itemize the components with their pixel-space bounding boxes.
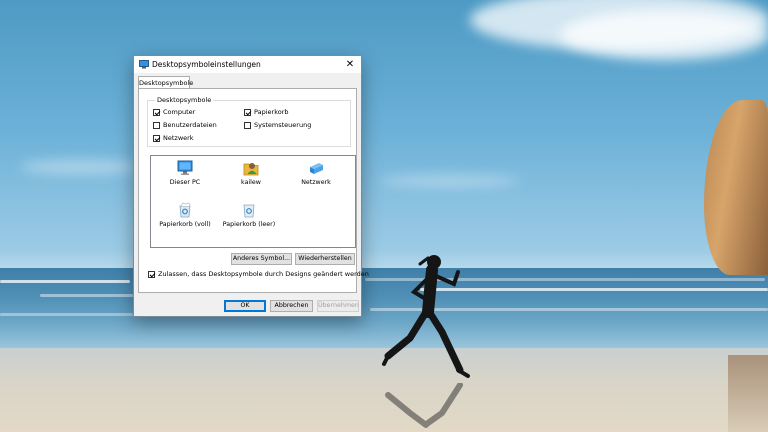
user-folder-icon [243,163,259,176]
checkbox-box[interactable] [153,108,160,116]
checkbox-box[interactable] [244,121,251,129]
runner-reflection [385,383,463,428]
list-item-network[interactable]: Netzwerk [285,160,347,186]
restore-default-button[interactable]: Wiederherstellen [295,253,355,265]
checkbox-allow-themes[interactable]: Zulassen, dass Desktopsymbole durch Desi… [148,270,369,278]
checkbox-label: Zulassen, dass Desktopsymbole durch Desi… [158,270,369,278]
checkbox-network[interactable]: Netzwerk [153,134,194,142]
checkbox-box[interactable] [153,134,160,142]
tab-panel: Desktopsymbole Computer Papierkorb Benut… [138,88,369,293]
icon-label: Papierkorb (leer) [222,221,276,228]
cancel-button[interactable]: Abbrechen [270,300,313,312]
list-item-recycle-bin-empty[interactable]: Papierkorb (leer) [218,202,280,228]
title-bar[interactable]: Desktopsymboleinstellungen ✕ [134,56,361,73]
checkbox-label: Papierkorb [254,108,289,116]
recycle-bin-empty-icon [243,204,255,218]
desktop-icon-list[interactable]: Dieser PC kailew Netzwerk Papierkorb (vo… [150,155,356,248]
icon-label: kailew [241,179,261,186]
checkbox-box[interactable] [148,270,155,278]
ok-button[interactable]: OK [224,300,266,312]
change-icon-button[interactable]: Anderes Symbol... [231,253,292,265]
checkbox-label: Computer [163,108,196,116]
recycle-bin-full-icon [179,202,191,218]
desktop-icons-groupbox: Desktopsymbole Computer Papierkorb Benut… [147,96,351,147]
list-item-this-pc[interactable]: Dieser PC [154,160,216,186]
monitor-icon [177,160,193,175]
checkbox-label: Benutzerdateien [163,121,217,129]
apply-button: Übernehmen [317,300,359,312]
checkbox-box[interactable] [153,121,160,129]
rock-formation [704,100,768,275]
checkbox-box[interactable] [244,108,251,116]
icon-label: Dieser PC [169,179,201,186]
checkbox-label: Systemsteuerung [254,121,312,129]
network-icon [310,163,323,174]
close-icon: ✕ [345,59,355,70]
icon-label: Papierkorb (voll) [159,221,211,228]
list-item-user-folder[interactable]: kailew [220,160,282,186]
checkbox-control-panel[interactable]: Systemsteuerung [244,121,311,129]
runner-silhouette [382,255,470,378]
close-button[interactable]: ✕ [339,56,361,73]
groupbox-label: Desktopsymbole [155,96,214,104]
desktop-wallpaper [0,0,768,432]
dialog-title: Desktopsymboleinstellungen [152,60,261,69]
icon-label: Netzwerk [301,179,331,186]
list-item-recycle-bin-full[interactable]: Papierkorb (voll) [154,202,216,228]
desktop-settings-icon [139,60,149,69]
checkbox-recycle-bin[interactable]: Papierkorb [244,108,289,116]
desktop-icon-settings-dialog: Desktopsymboleinstellungen ✕ Desktopsymb… [133,55,369,317]
checkbox-label: Netzwerk [163,134,194,142]
checkbox-user-files[interactable]: Benutzerdateien [153,121,217,129]
checkbox-computer[interactable]: Computer [153,108,195,116]
